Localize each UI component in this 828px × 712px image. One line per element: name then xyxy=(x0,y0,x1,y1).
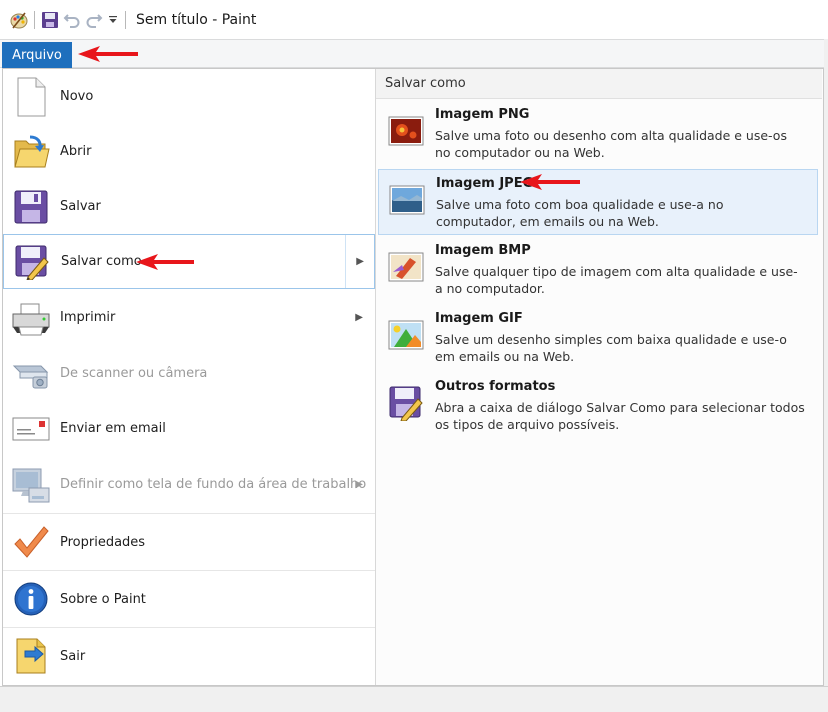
scanner-icon xyxy=(11,354,51,394)
save-as-bmp-option[interactable]: Imagem BMP Salve qualquer tipo de imagem… xyxy=(378,237,818,303)
undo-icon[interactable] xyxy=(61,9,83,31)
menu-item-save[interactable]: Salvar xyxy=(3,179,375,234)
submenu-arrow-icon[interactable]: ▶ xyxy=(355,312,363,323)
menu-item-from-scanner: De scanner ou câmera xyxy=(3,346,375,401)
option-description: Abra a caixa de diálogo Salvar Como para… xyxy=(435,400,805,432)
toolbar-separator xyxy=(34,11,35,29)
annotation-arrow-icon xyxy=(136,254,194,270)
menu-item-label: Salvar xyxy=(60,199,101,214)
menu-item-label: Salvar como xyxy=(61,254,142,269)
menu-item-label: Enviar em email xyxy=(60,421,166,436)
submenu-arrow-icon[interactable]: ▶ xyxy=(356,256,364,267)
save-as-jpeg-option[interactable]: Imagem JPEG Salve uma foto com boa quali… xyxy=(378,169,818,235)
paint-app-icon[interactable] xyxy=(8,9,30,31)
submenu-splitter xyxy=(345,235,346,288)
menu-item-label: Imprimir xyxy=(60,310,116,325)
submenu-arrow-icon: ▶ xyxy=(355,479,363,490)
quick-access-toolbar xyxy=(0,0,130,40)
menu-item-label: Sair xyxy=(60,648,86,664)
save-as-png-option[interactable]: Imagem PNG Salve uma foto ou desenho com… xyxy=(378,101,818,167)
toolbar-separator xyxy=(125,11,126,29)
menu-item-print[interactable]: Imprimir ▶ xyxy=(3,289,375,346)
save-as-gif-option[interactable]: Imagem GIF Salve um desenho simples com … xyxy=(378,305,818,371)
save-as-icon xyxy=(12,242,52,282)
menu-item-send-email[interactable]: Enviar em email xyxy=(3,401,375,456)
menu-item-label: Novo xyxy=(60,89,94,104)
png-image-icon xyxy=(386,113,426,149)
new-document-icon xyxy=(11,77,51,117)
save-icon[interactable] xyxy=(39,9,61,31)
gif-image-icon xyxy=(386,317,426,353)
annotation-arrow-icon xyxy=(520,174,580,190)
option-title: Imagem PNG xyxy=(435,107,530,122)
menu-item-exit[interactable]: Sair xyxy=(3,627,375,684)
menu-item-set-desktop-background: Definir como tela de fundo da área de tr… xyxy=(3,456,375,513)
menu-item-properties[interactable]: Propriedades xyxy=(3,513,375,570)
info-icon xyxy=(11,579,51,619)
exit-icon xyxy=(11,636,51,676)
menu-item-about-paint[interactable]: Sobre o Paint xyxy=(3,570,375,627)
file-menu: Novo Abrir Salvar Salvar como ▶ Imprimir… xyxy=(2,68,824,686)
save-as-other-formats-option[interactable]: Outros formatos Abra a caixa de diálogo … xyxy=(378,373,818,439)
option-description: Salve uma foto com boa qualidade e use-a… xyxy=(436,197,724,229)
file-tab[interactable]: Arquivo xyxy=(2,42,72,68)
checkmark-icon xyxy=(11,522,51,562)
menu-item-open[interactable]: Abrir xyxy=(3,124,375,179)
open-folder-icon xyxy=(11,132,51,172)
bmp-image-icon xyxy=(386,249,426,285)
annotation-arrow-icon xyxy=(78,46,138,62)
option-description: Salve uma foto ou desenho com alta quali… xyxy=(435,128,787,160)
option-title: Imagem BMP xyxy=(435,243,531,258)
option-title: Outros formatos xyxy=(435,379,556,394)
option-title: Imagem GIF xyxy=(435,311,523,326)
printer-icon xyxy=(11,298,51,338)
option-description: Salve qualquer tipo de imagem com alta q… xyxy=(435,264,798,296)
menu-item-label: De scanner ou câmera xyxy=(60,366,208,381)
menu-item-label: Propriedades xyxy=(60,534,146,550)
other-formats-icon xyxy=(386,385,426,421)
menu-item-label: Sobre o Paint xyxy=(60,591,146,607)
save-disk-icon xyxy=(11,187,51,227)
window-title: Sem título - Paint xyxy=(136,12,257,28)
menu-item-label: Definir como tela de fundo da área de tr… xyxy=(60,477,367,492)
window-edge xyxy=(824,39,828,687)
customize-toolbar-dropdown-icon[interactable] xyxy=(105,9,121,31)
email-icon xyxy=(11,409,51,449)
jpeg-image-icon xyxy=(387,182,427,218)
submenu-header: Salvar como xyxy=(376,69,822,99)
file-menu-commands: Novo Abrir Salvar Salvar como ▶ Imprimir… xyxy=(3,69,375,685)
menu-item-label: Abrir xyxy=(60,144,92,159)
menu-item-new[interactable]: Novo xyxy=(3,69,375,124)
option-description: Salve um desenho simples com baixa quali… xyxy=(435,332,787,364)
desktop-icon xyxy=(11,465,51,505)
redo-icon[interactable] xyxy=(83,9,105,31)
save-as-submenu: Salvar como Imagem PNG Salve uma foto ou… xyxy=(375,69,823,685)
title-bar: Sem título - Paint xyxy=(0,0,828,40)
status-bar xyxy=(0,686,828,712)
